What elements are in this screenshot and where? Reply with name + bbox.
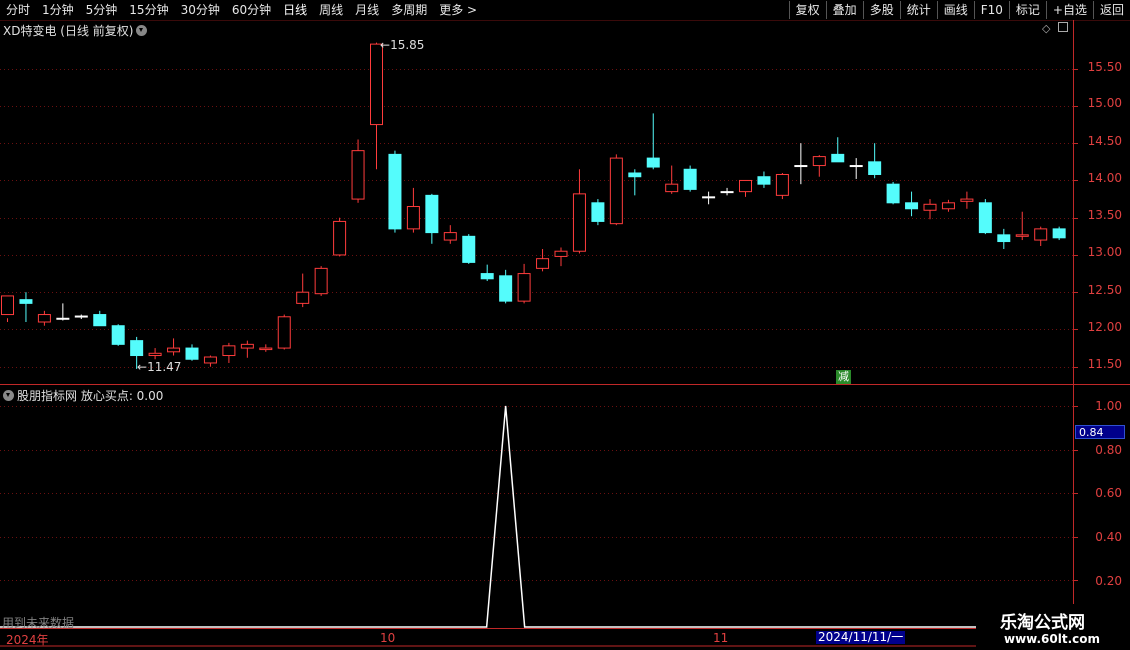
indicator-line bbox=[0, 405, 976, 628]
candle-body bbox=[536, 258, 550, 269]
candle-body bbox=[628, 172, 642, 178]
diamond-icon[interactable]: ◇ bbox=[1042, 22, 1050, 35]
panel-controls[interactable]: ◇ bbox=[1042, 22, 1068, 35]
price-tick: 13.50 bbox=[1087, 208, 1122, 222]
price-tick: 11.50 bbox=[1087, 357, 1122, 371]
candle-body bbox=[37, 314, 51, 323]
indicator-tick: 0.40 bbox=[1095, 530, 1122, 544]
indicator-tick: 1.00 bbox=[1095, 399, 1122, 413]
candle-body bbox=[351, 150, 365, 200]
candle-body bbox=[609, 157, 623, 225]
price-tick: 15.50 bbox=[1087, 60, 1122, 74]
indicator-tick: 0.80 bbox=[1095, 443, 1122, 457]
candle-body bbox=[646, 157, 660, 168]
candle-body bbox=[1015, 234, 1029, 237]
candle-body bbox=[849, 165, 863, 168]
candle-body bbox=[517, 273, 531, 302]
candle-body bbox=[960, 198, 974, 202]
candle-body bbox=[683, 168, 697, 190]
candle-body bbox=[572, 193, 586, 252]
candle-body bbox=[19, 299, 33, 304]
candle-body bbox=[1, 295, 14, 316]
indicator-title[interactable]: 股朋指标网 放心买点: 0.00 bbox=[3, 387, 163, 404]
candle-body bbox=[554, 250, 568, 257]
candle-body bbox=[739, 179, 752, 193]
candle-body bbox=[277, 316, 291, 349]
maximize-icon[interactable] bbox=[1057, 22, 1068, 32]
price-tick: 15.00 bbox=[1087, 96, 1122, 110]
indicator-tick: 0.60 bbox=[1095, 486, 1122, 500]
indicator-title-text: 股朋指标网 放心买点: 0.00 bbox=[17, 389, 164, 403]
price-tick: 12.00 bbox=[1087, 320, 1122, 334]
candle-body bbox=[923, 203, 937, 211]
candle-body bbox=[93, 314, 107, 327]
low-price-label: ←11.47 bbox=[137, 360, 182, 374]
candle-body bbox=[167, 347, 181, 353]
candle-body bbox=[665, 183, 679, 193]
high-price-label: ←15.85 bbox=[380, 38, 425, 52]
price-tick: 12.50 bbox=[1087, 283, 1122, 297]
candle-body bbox=[757, 176, 771, 185]
x-label-year: 2024年 bbox=[6, 633, 49, 647]
dropdown-circle-icon[interactable] bbox=[3, 390, 14, 401]
indicator-tick: 0.20 bbox=[1095, 574, 1122, 588]
x-label-nov: 11 bbox=[713, 631, 729, 645]
x-label-oct: 10 bbox=[380, 631, 396, 645]
price-tick: 14.50 bbox=[1087, 134, 1122, 148]
candle-body bbox=[941, 202, 955, 210]
future-data-note: 用到未来数据 bbox=[2, 616, 75, 630]
reduce-badge[interactable]: 减 bbox=[836, 370, 851, 384]
candle-body bbox=[222, 345, 236, 357]
candle-body bbox=[185, 347, 199, 360]
candle-body bbox=[56, 317, 70, 320]
cursor-date-box: 2024/11/11/一 bbox=[816, 630, 906, 644]
cursor-value-box: 0.84 bbox=[1075, 425, 1125, 439]
candle-body bbox=[831, 153, 845, 163]
candle-body bbox=[1052, 228, 1066, 239]
candle-body bbox=[462, 235, 476, 263]
candle-body bbox=[130, 340, 144, 357]
chart-canvas[interactable] bbox=[0, 0, 1130, 650]
candle-body bbox=[425, 194, 439, 234]
candle-body bbox=[111, 325, 125, 345]
candle-body bbox=[480, 273, 494, 280]
price-tick: 13.00 bbox=[1087, 245, 1122, 259]
candle-body bbox=[886, 183, 900, 204]
candle-body bbox=[978, 202, 992, 234]
candle-body bbox=[406, 206, 420, 230]
candle-body bbox=[370, 43, 383, 126]
candle-body bbox=[775, 173, 789, 196]
candle-body bbox=[203, 356, 217, 364]
candle-body bbox=[794, 165, 808, 168]
watermark-name: 乐淘公式网 bbox=[1000, 613, 1085, 633]
candle-body bbox=[499, 275, 513, 302]
candle-body bbox=[812, 156, 826, 167]
watermark-url: www.60lt.com bbox=[1004, 632, 1101, 646]
candle-body bbox=[240, 343, 254, 349]
candle-body bbox=[148, 352, 162, 357]
candle-body bbox=[296, 291, 310, 304]
candle-body bbox=[259, 347, 273, 351]
candle-body bbox=[388, 153, 402, 230]
candle-body bbox=[868, 161, 882, 175]
candle-body bbox=[1034, 228, 1048, 241]
candle-body bbox=[314, 267, 328, 295]
price-tick: 14.00 bbox=[1087, 171, 1122, 185]
stock-title[interactable]: XD特变电 (日线 前复权) bbox=[3, 22, 148, 39]
stock-title-text: XD特变电 (日线 前复权) bbox=[3, 24, 134, 38]
candle-body bbox=[905, 202, 919, 210]
candle-body bbox=[443, 232, 457, 241]
candle-body bbox=[333, 220, 347, 256]
candle-body bbox=[997, 234, 1011, 243]
candle-body bbox=[702, 196, 716, 199]
candle-body bbox=[74, 315, 88, 318]
candle-body bbox=[720, 191, 734, 194]
dropdown-circle-icon[interactable] bbox=[136, 25, 148, 36]
candle-body bbox=[591, 202, 605, 222]
watermark: 乐淘公式网 www.60lt.com bbox=[976, 604, 1130, 650]
